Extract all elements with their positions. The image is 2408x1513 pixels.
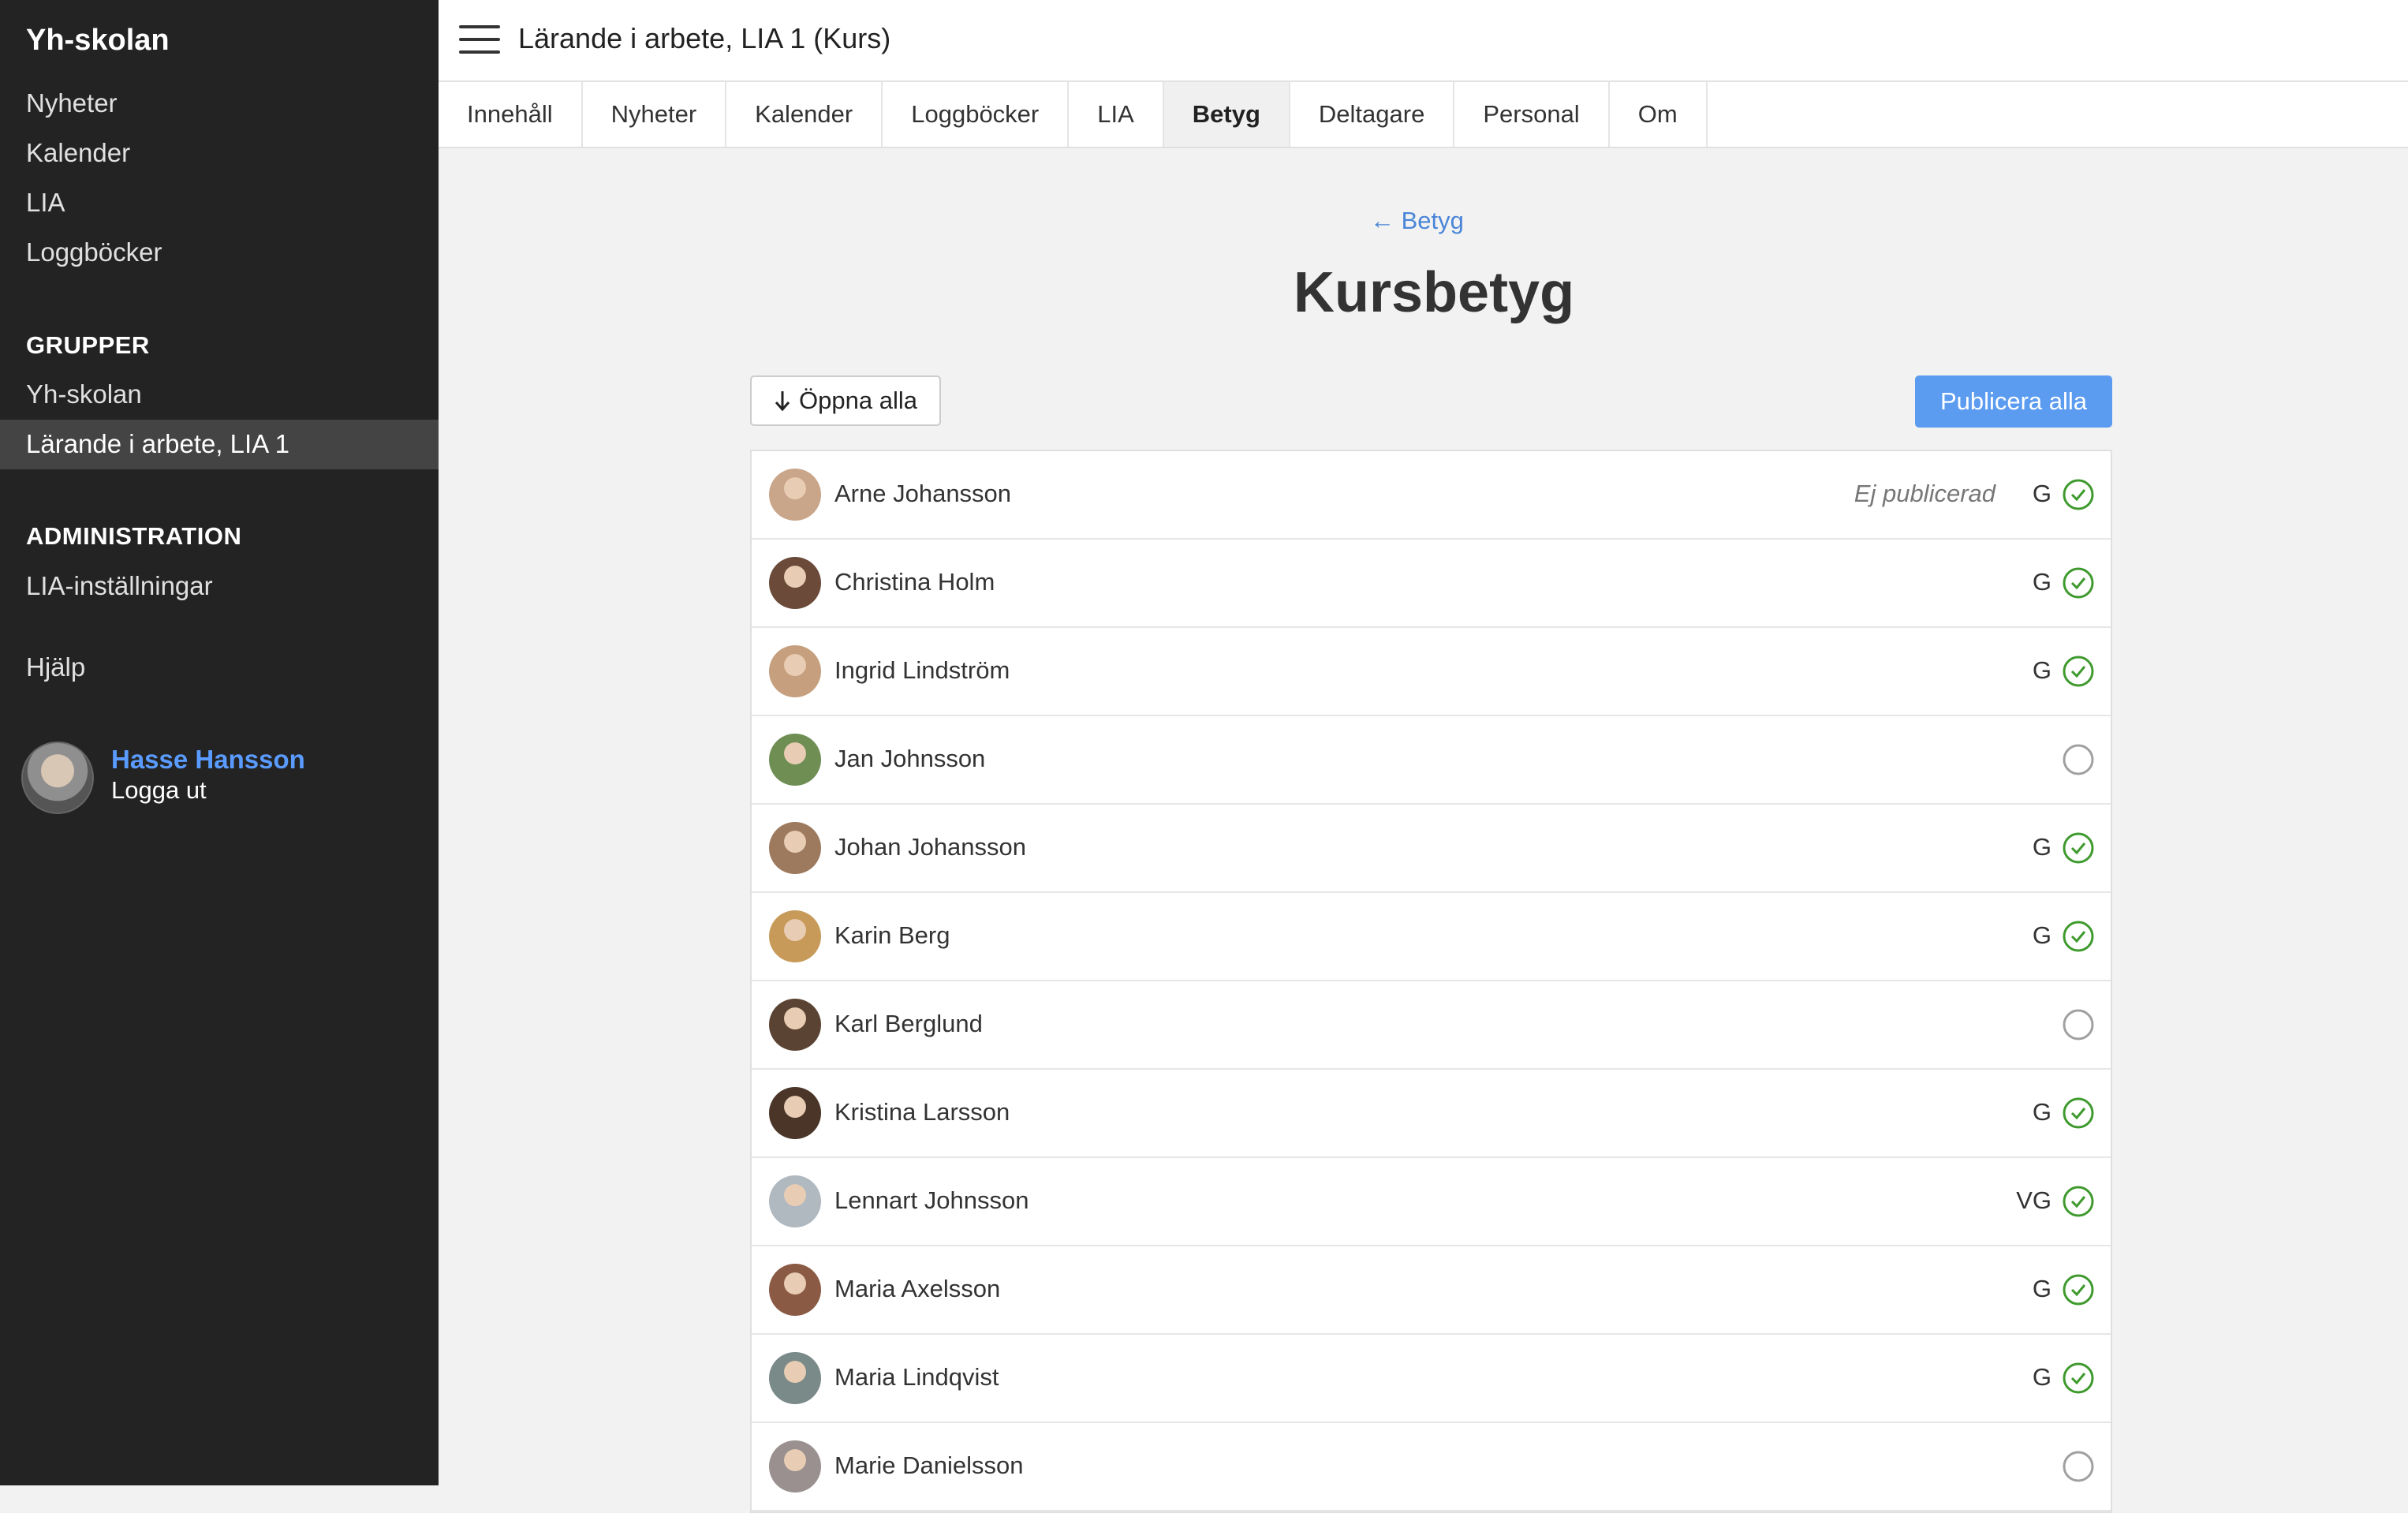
avatar bbox=[769, 734, 821, 786]
sidebar-item-kalender[interactable]: Kalender bbox=[26, 138, 130, 168]
hamburger-menu-icon[interactable] bbox=[459, 25, 500, 55]
student-name: Jan Johnsson bbox=[834, 745, 986, 772]
tab-personal[interactable]: Personal bbox=[1454, 82, 1610, 147]
empty-circle-icon bbox=[2063, 1451, 2094, 1482]
grade-value: G bbox=[2032, 1098, 2051, 1126]
header: Lärande i arbete, LIA 1 (Kurs) bbox=[439, 0, 2408, 82]
student-row[interactable]: Karin Berg G bbox=[752, 893, 2111, 981]
grade-value: G bbox=[2032, 480, 2051, 507]
student-name: Lennart Johnsson bbox=[834, 1186, 1029, 1214]
avatar bbox=[769, 1175, 821, 1227]
student-row[interactable]: Ingrid Lindström G bbox=[752, 628, 2111, 716]
student-name: Johan Johansson bbox=[834, 833, 1027, 861]
avatar bbox=[769, 557, 821, 609]
sidebar-item-group-lia1[interactable]: Lärande i arbete, LIA 1 bbox=[26, 429, 289, 459]
user-name-link[interactable]: Hasse Hansson bbox=[111, 745, 305, 775]
student-row[interactable]: Karl Berglund bbox=[752, 981, 2111, 1070]
student-name: Maria Axelsson bbox=[834, 1275, 1001, 1302]
open-all-label: Öppna alla bbox=[799, 387, 917, 414]
student-row[interactable]: Arne Johansson Ej publicerad G bbox=[752, 451, 2111, 540]
avatar bbox=[769, 999, 821, 1051]
sidebar-item-hjalp[interactable]: Hjälp bbox=[26, 652, 85, 682]
student-row[interactable]: Maria Lindqvist G bbox=[752, 1335, 2111, 1423]
student-row[interactable]: Marie Danielsson bbox=[752, 1423, 2111, 1511]
check-circle-icon bbox=[2063, 1274, 2094, 1306]
avatar bbox=[769, 645, 821, 697]
avatar bbox=[769, 822, 821, 874]
student-row[interactable]: Maria Axelsson G bbox=[752, 1246, 2111, 1335]
grade-value: VG bbox=[2016, 1186, 2051, 1214]
grade-value: G bbox=[2032, 921, 2051, 949]
student-name: Kristina Larsson bbox=[834, 1098, 1010, 1126]
tab-lia[interactable]: LIA bbox=[1069, 82, 1164, 147]
student-name: Christina Holm bbox=[834, 568, 995, 596]
student-row[interactable]: Jan Johnsson bbox=[752, 716, 2111, 805]
sidebar-item-loggbocker[interactable]: Loggböcker bbox=[26, 237, 162, 267]
tab-betyg[interactable]: Betyg bbox=[1163, 82, 1290, 147]
sidebar-item-lia-installningar[interactable]: LIA-inställningar bbox=[26, 571, 213, 601]
check-circle-icon bbox=[2063, 1362, 2094, 1394]
empty-circle-icon bbox=[2063, 1009, 2094, 1040]
student-name: Arne Johansson bbox=[834, 480, 1012, 507]
admin-heading: ADMINISTRATION bbox=[26, 522, 242, 550]
empty-circle-icon bbox=[2063, 744, 2094, 775]
student-row[interactable]: Christina Holm G bbox=[752, 540, 2111, 628]
check-circle-icon bbox=[2063, 832, 2094, 864]
student-name: Karin Berg bbox=[834, 921, 950, 949]
check-circle-icon bbox=[2063, 479, 2094, 510]
check-circle-icon bbox=[2063, 567, 2094, 599]
page-title: Kursbetyg bbox=[1294, 261, 1575, 324]
avatar bbox=[769, 469, 821, 521]
sidebar: Yh-skolan Nyheter Kalender LIA Loggböcke… bbox=[0, 0, 439, 1485]
avatar bbox=[769, 910, 821, 962]
check-circle-icon bbox=[2063, 1186, 2094, 1217]
avatar bbox=[769, 1087, 821, 1139]
brand-title[interactable]: Yh-skolan bbox=[26, 24, 170, 58]
student-grade-list: Arne Johansson Ej publicerad G Christina Ho… bbox=[750, 450, 2112, 1513]
student-row[interactable]: Kristina Larsson G bbox=[752, 1070, 2111, 1158]
groups-heading: GRUPPER bbox=[26, 331, 150, 359]
student-name: Marie Danielsson bbox=[834, 1451, 1024, 1479]
check-circle-icon bbox=[2063, 921, 2094, 952]
student-row[interactable]: Johan Johansson G bbox=[752, 805, 2111, 893]
student-row[interactable]: Lennart Johnsson VG bbox=[752, 1158, 2111, 1246]
sidebar-item-group-yh-skolan[interactable]: Yh-skolan bbox=[26, 379, 142, 409]
logout-link[interactable]: Logga ut bbox=[111, 776, 207, 805]
student-name: Ingrid Lindström bbox=[834, 656, 1010, 684]
sidebar-item-nyheter[interactable]: Nyheter bbox=[26, 88, 118, 118]
tab-loggbocker[interactable]: Loggböcker bbox=[883, 82, 1070, 147]
avatar bbox=[769, 1352, 821, 1404]
tab-deltagare[interactable]: Deltagare bbox=[1290, 82, 1455, 147]
avatar[interactable] bbox=[21, 742, 94, 814]
student-name: Karl Berglund bbox=[834, 1010, 983, 1037]
publish-all-button[interactable]: Publicera alla bbox=[1915, 375, 2112, 428]
publish-status: Ej publicerad bbox=[1854, 480, 1995, 507]
student-name: Maria Lindqvist bbox=[834, 1363, 999, 1391]
tab-kalender[interactable]: Kalender bbox=[726, 82, 883, 147]
open-all-button[interactable]: Öppna alla bbox=[750, 375, 941, 426]
grade-value: G bbox=[2032, 656, 2051, 684]
avatar bbox=[769, 1264, 821, 1316]
tab-nyheter[interactable]: Nyheter bbox=[583, 82, 727, 147]
back-link[interactable]: ← Betyg bbox=[1370, 207, 1464, 235]
grade-value: G bbox=[2032, 1363, 2051, 1391]
check-circle-icon bbox=[2063, 656, 2094, 687]
arrow-down-icon bbox=[775, 391, 790, 412]
grade-value: G bbox=[2032, 568, 2051, 596]
grade-value: G bbox=[2032, 833, 2051, 861]
tab-om[interactable]: Om bbox=[1610, 82, 1708, 147]
tab-bar: Innehåll Nyheter Kalender Loggböcker LIA… bbox=[439, 82, 2408, 148]
sidebar-item-lia[interactable]: LIA bbox=[26, 188, 65, 218]
tab-innehall[interactable]: Innehåll bbox=[439, 82, 583, 147]
page-header-title: Lärande i arbete, LIA 1 (Kurs) bbox=[518, 22, 891, 54]
grade-value: G bbox=[2032, 1275, 2051, 1302]
avatar bbox=[769, 1440, 821, 1492]
check-circle-icon bbox=[2063, 1097, 2094, 1129]
